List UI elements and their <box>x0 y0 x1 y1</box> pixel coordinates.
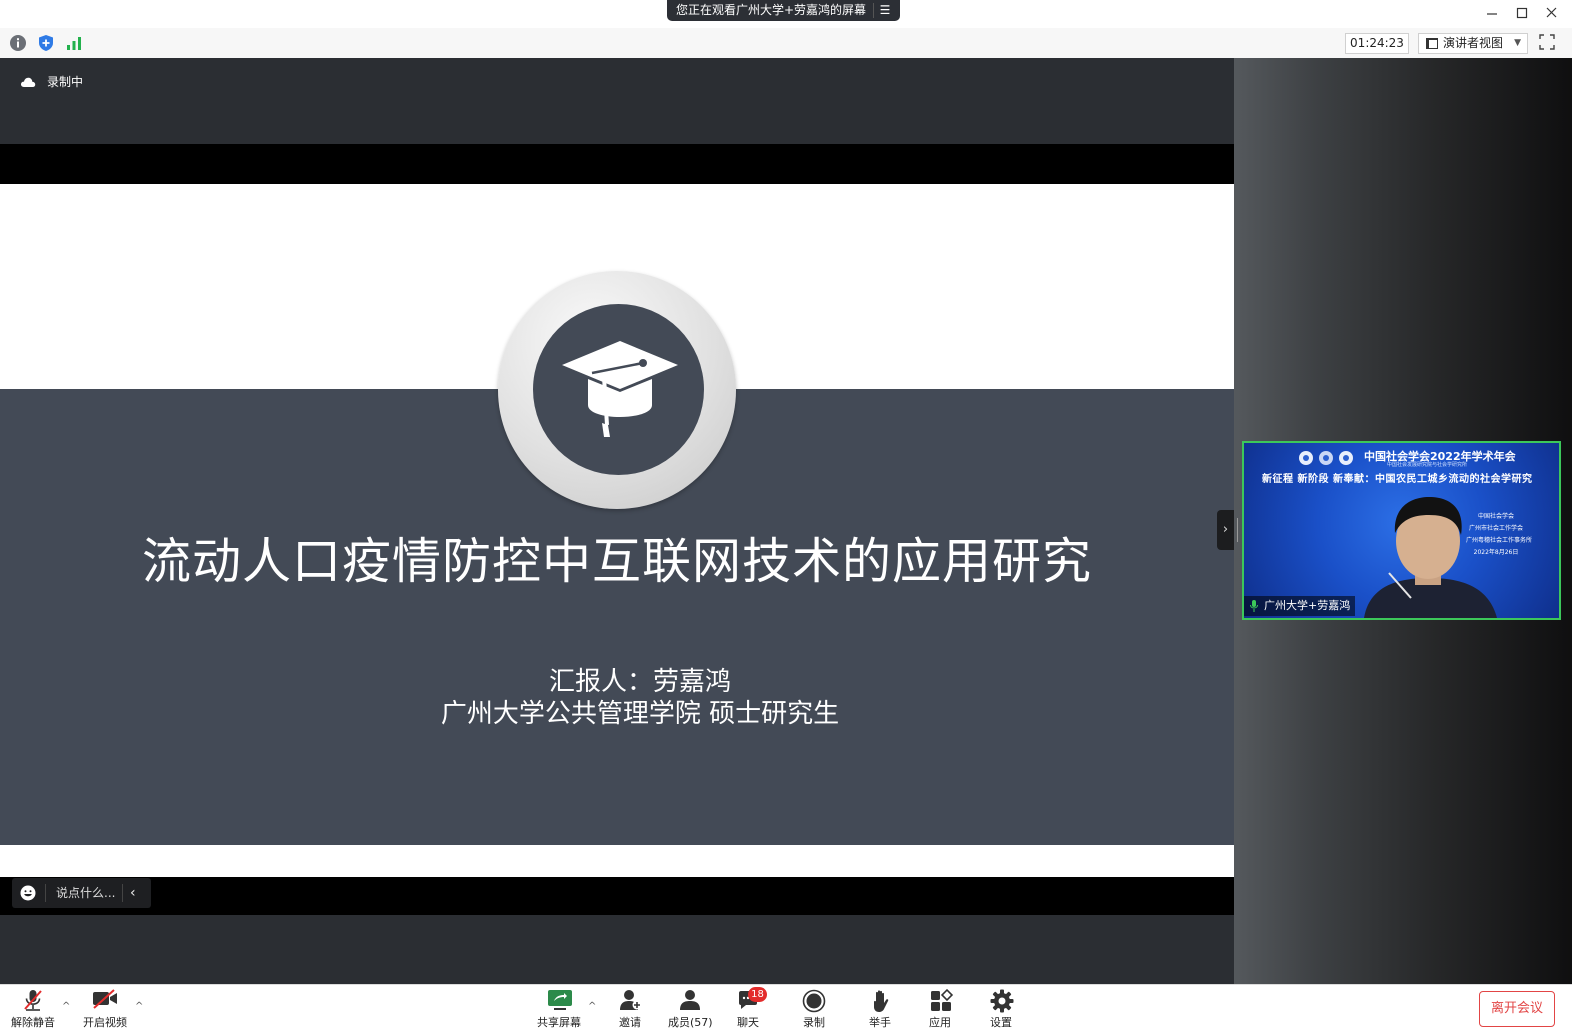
start-video-label: 开启视频 <box>83 1016 127 1029</box>
collapse-panel-icon[interactable]: › <box>1217 510 1234 550</box>
muted-microphone-icon <box>24 990 42 1011</box>
settings-label: 设置 <box>990 1016 1012 1029</box>
cloud-icon <box>20 77 36 87</box>
organizer-logos <box>1299 451 1353 465</box>
share-menu-icon[interactable]: ☰ <box>873 3 896 18</box>
members-label: 成员(57) <box>668 1016 713 1029</box>
presentation-slide: 流动人口疫情防控中互联网技术的应用研究 汇报人：劳嘉鸿 广州大学公共管理学院 硕… <box>0 184 1234 877</box>
emoji-icon[interactable] <box>20 885 36 901</box>
record-label: 录制 <box>803 1016 825 1029</box>
speaker-view-icon <box>1426 38 1438 49</box>
view-mode-label: 演讲者视图 <box>1443 36 1504 50</box>
slide-affiliation: 广州大学公共管理学院 硕士研究生 <box>440 699 840 729</box>
graduation-cap-icon <box>562 341 678 437</box>
record-button[interactable]: 录制 <box>798 985 834 1035</box>
leave-meeting-button[interactable]: 离开会议 <box>1479 991 1555 1027</box>
participant-video-tile[interactable]: 中国社会学会2022年学术年会 中国社会发展研究院与社会学研究所 新征程 新阶段… <box>1242 441 1561 620</box>
graduation-badge <box>498 271 736 509</box>
record-icon <box>802 989 826 1013</box>
start-video-button[interactable]: 开启视频 <box>80 985 132 1035</box>
chevron-down-icon: ▼ <box>1514 38 1521 48</box>
members-button[interactable]: 成员(57) <box>664 985 714 1035</box>
hand-icon <box>874 990 889 1012</box>
chat-label: 聊天 <box>737 1016 759 1029</box>
unmute-label: 解除静音 <box>11 1016 55 1029</box>
quick-chat-bar[interactable]: 说点什么... ‹ <box>12 878 151 908</box>
background-theme-title: 新征程 新阶段 新奉献：中国农民工城乡流动的社会学研究 <box>1262 474 1533 485</box>
raise-hand-button[interactable]: 举手 <box>864 985 900 1035</box>
share-screen-icon <box>548 990 572 1010</box>
background-conference-subtitle: 中国社会发展研究院与社会学研究所 <box>1387 462 1468 468</box>
gear-icon <box>990 989 1014 1013</box>
title-bar: 您正在观看广州大学+劳嘉鸿的屏幕 ☰ <box>0 0 1572 28</box>
recording-label: 录制中 <box>47 75 84 89</box>
apps-button[interactable]: 应用 <box>924 985 960 1035</box>
settings-button[interactable]: 设置 <box>985 985 1021 1035</box>
share-screen-button[interactable]: 共享屏幕 <box>534 985 584 1035</box>
video-off-icon <box>93 989 117 1009</box>
slide-presenter: 汇报人：劳嘉鸿 <box>548 667 731 697</box>
slide-title: 流动人口疫情防控中互联网技术的应用研究 <box>141 533 1092 590</box>
participant-person <box>1364 497 1497 618</box>
share-screen-label: 共享屏幕 <box>537 1016 581 1029</box>
members-icon <box>680 990 700 1010</box>
screen-share-notice: 您正在观看广州大学+劳嘉鸿的屏幕 ☰ <box>667 0 900 21</box>
shared-screen-stage: 录制中 流动人口疫情防控中互联网技术的应用研究 汇报人：劳嘉鸿 广州大学公共管理… <box>0 58 1234 984</box>
raise-hand-label: 举手 <box>869 1016 891 1029</box>
chat-input-placeholder[interactable]: 说点什么... <box>56 878 115 908</box>
security-shield-icon[interactable] <box>37 34 55 52</box>
apps-grid-icon <box>931 989 954 1011</box>
top-toolbar: 01:24:23 演讲者视图 ▼ <box>0 28 1572 59</box>
network-signal-icon[interactable] <box>65 34 83 52</box>
close-icon[interactable] <box>1541 4 1563 22</box>
invite-label: 邀请 <box>619 1016 641 1029</box>
view-mode-dropdown[interactable]: 演讲者视图 ▼ <box>1418 33 1528 54</box>
participant-name: 广州大学+劳嘉鸿 <box>1264 599 1351 612</box>
microphone-icon <box>1250 600 1258 612</box>
share-options-chevron-icon[interactable]: ^ <box>588 1001 596 1012</box>
collapse-chat-icon[interactable]: ‹ <box>130 878 136 908</box>
meeting-control-bar: 解除静音 ^ 开启视频 ^ 共享屏幕 ^ 邀请 成员(57) 聊天 18 录制 … <box>0 984 1572 1035</box>
share-notice-text: 您正在观看广州大学+劳嘉鸿的屏幕 <box>676 3 867 17</box>
unmute-button[interactable]: 解除静音 <box>8 985 58 1035</box>
meeting-timer: 01:24:23 <box>1345 33 1409 54</box>
apps-label: 应用 <box>929 1016 951 1029</box>
invite-button[interactable]: 邀请 <box>612 985 648 1035</box>
maximize-icon[interactable] <box>1511 4 1533 22</box>
audio-options-chevron-icon[interactable]: ^ <box>62 1001 70 1012</box>
info-icon[interactable] <box>9 34 27 52</box>
video-options-chevron-icon[interactable]: ^ <box>135 1001 143 1012</box>
fullscreen-icon[interactable] <box>1539 34 1555 50</box>
participant-name-tag: 广州大学+劳嘉鸿 <box>1244 596 1356 616</box>
minimize-icon[interactable] <box>1481 4 1503 22</box>
add-person-icon <box>620 990 642 1010</box>
unread-chat-badge: 18 <box>748 987 767 1002</box>
